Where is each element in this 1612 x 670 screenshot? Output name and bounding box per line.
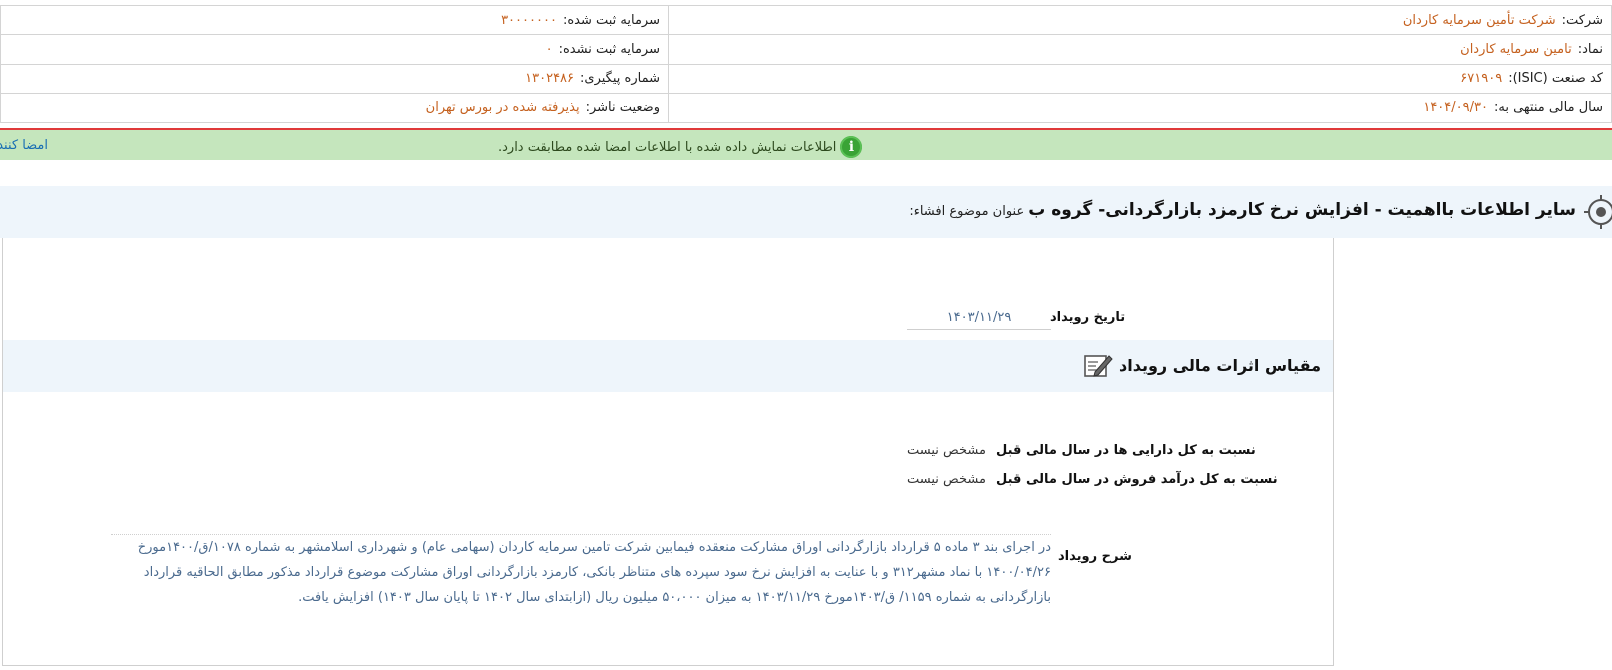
signers-link[interactable]: امضا کنندگان [0, 138, 48, 153]
fiscal-year-value: ۱۴۰۴/۰۹/۳۰ [1423, 100, 1488, 116]
registered-capital-value: ۳۰۰۰۰۰۰۰ [501, 12, 557, 28]
info-row: کد صنعت (ISIC): ۶۷۱۹۰۹ شماره پیگیری: ۱۳۰۲۴… [0, 63, 1612, 94]
tracking-cell: شماره پیگیری: ۱۳۰۲۴۸۶ [0, 63, 669, 94]
company-value: شرکت تأمین سرمایه کاردان [1402, 12, 1556, 28]
edit-document-icon [1084, 355, 1113, 377]
info-row: سال مالی منتهی به: ۱۴۰۴/۰۹/۳۰ وضعیت ناشر:… [0, 92, 1612, 124]
isic-cell: کد صنعت (ISIC): ۶۷۱۹۰۹ [668, 63, 1612, 94]
impact-title: مقیاس اثرات مالی رویداد [1119, 355, 1321, 375]
info-icon: i [840, 136, 863, 158]
symbol-label: نماد: [1577, 41, 1603, 57]
assets-ratio-value: مشخص نیست [907, 443, 986, 458]
description-label: شرح رویداد [1058, 549, 1132, 564]
publisher-status-value: پذیرفته شده در بورس تهران [425, 100, 580, 116]
publisher-status-label: وضعیت ناشر: [585, 100, 660, 116]
registered-capital-cell: سرمایه ثبت شده: ۳۰۰۰۰۰۰۰ [0, 4, 669, 36]
company-label: شرکت: [1561, 12, 1603, 28]
symbol-value: تامین سرمایه کاردان [1460, 41, 1572, 57]
target-icon [1584, 195, 1612, 229]
fiscal-year-label: سال مالی منتهی به: [1493, 100, 1603, 116]
impact-heading: مقیاس اثرات مالی رویداد [1083, 352, 1321, 378]
event-date-value: ۱۴۰۳/۱۱/۲۹ [907, 310, 1051, 330]
assets-ratio-label: نسبت به کل دارایی ها در سال مالی قبل [996, 443, 1256, 458]
info-row: نماد: تامین سرمایه کاردان سرمایه ثبت نشده… [0, 34, 1612, 65]
revenue-ratio-value: مشخص نیست [907, 472, 986, 487]
symbol-cell: نماد: تامین سرمایه کاردان [668, 34, 1612, 65]
subject-bar: عنوان موضوع افشاء: سایر اطلاعات بااهمیت … [0, 186, 1612, 238]
content-panel: تاریخ رویداد ۱۴۰۳/۱۱/۲۹ مقیاس اثرات مالی… [2, 238, 1334, 666]
isic-label: کد صنعت (ISIC): [1508, 71, 1603, 87]
publisher-status-cell: وضعیت ناشر: پذیرفته شده در بورس تهران [0, 92, 669, 124]
unregistered-capital-value: ۰ [545, 41, 553, 57]
info-row: شرکت: شرکت تأمین سرمایه کاردان سرمایه ثبت… [0, 4, 1612, 36]
subject-label: عنوان موضوع افشاء: [909, 204, 1025, 219]
revenue-ratio-label: نسبت به کل درآمد فروش در سال مالی قبل [996, 472, 1278, 487]
impact-section-header: مقیاس اثرات مالی رویداد [3, 340, 1333, 392]
company-info-table: شرکت: شرکت تأمین سرمایه کاردان سرمایه ثبت… [0, 4, 1612, 124]
verification-message: i اطلاعات نمایش داده شده با اطلاعات امضا… [498, 136, 863, 158]
tracking-value: ۱۳۰۲۴۸۶ [525, 71, 575, 87]
fiscal-year-cell: سال مالی منتهی به: ۱۴۰۴/۰۹/۳۰ [668, 92, 1612, 124]
tracking-label: شماره پیگیری: [580, 71, 660, 87]
description-text: در اجرای بند ۳ ماده ۵ قرارداد بازارگردان… [111, 534, 1051, 610]
subject-title: سایر اطلاعات بااهمیت - افزایش نرخ کارمزد… [1028, 200, 1576, 220]
event-date-label: تاریخ رویداد [1050, 310, 1126, 325]
verification-bar: i اطلاعات نمایش داده شده با اطلاعات امضا… [0, 128, 1612, 160]
unregistered-capital-label: سرمایه ثبت نشده: [558, 41, 660, 57]
isic-value: ۶۷۱۹۰۹ [1460, 71, 1503, 87]
verification-text: اطلاعات نمایش داده شده با اطلاعات امضا ش… [498, 139, 837, 155]
unregistered-capital-cell: سرمایه ثبت نشده: ۰ [0, 34, 669, 65]
company-cell: شرکت: شرکت تأمین سرمایه کاردان [668, 4, 1612, 36]
subject-heading: عنوان موضوع افشاء: سایر اطلاعات بااهمیت … [909, 200, 1576, 220]
registered-capital-label: سرمایه ثبت شده: [562, 12, 660, 28]
